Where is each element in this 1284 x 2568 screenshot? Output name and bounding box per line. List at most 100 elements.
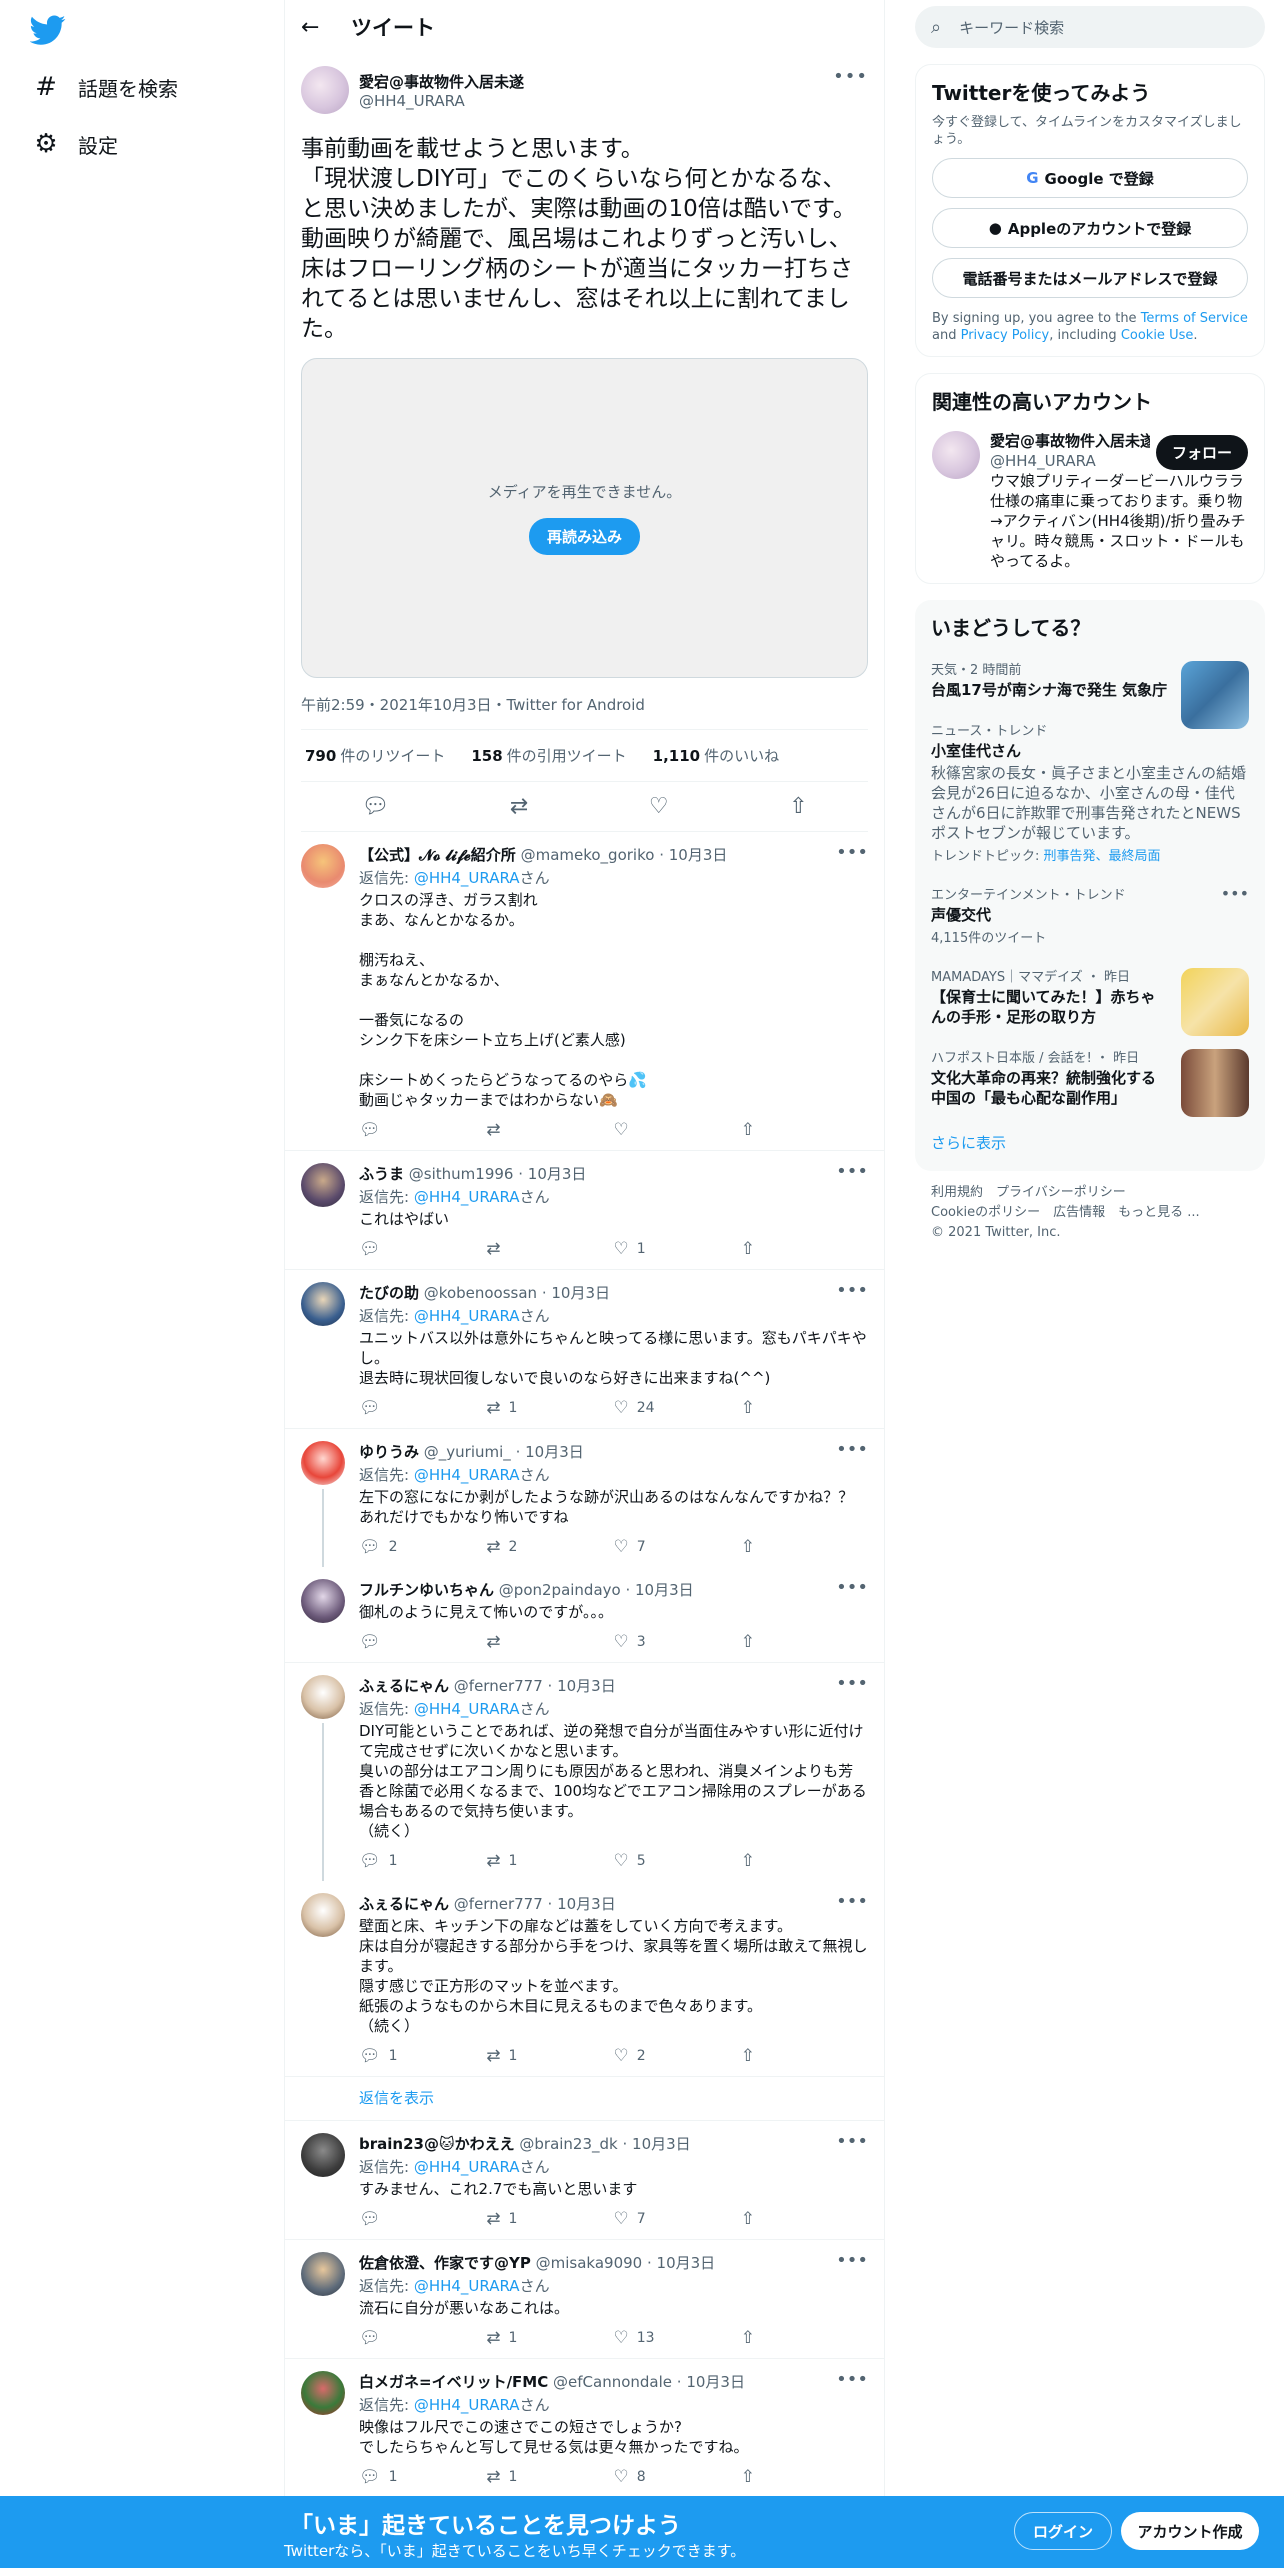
more-icon[interactable]: •••	[836, 1439, 868, 1460]
reply-date[interactable]: 10月3日	[657, 2254, 716, 2272]
trend-topics-link[interactable]: 刑事告発、最終局面	[1044, 849, 1161, 864]
reply-to-mention[interactable]: @HH4_URARA	[414, 1188, 520, 1206]
more-icon[interactable]: •••	[836, 2131, 868, 2152]
retweet-button[interactable]: ⇄ 2	[486, 1537, 613, 1557]
reply-date[interactable]: 10月3日	[635, 1581, 694, 1599]
reply-tweet[interactable]: ••• 【公式】𝓝𝓸 𝓵𝓲𝓯𝓮紹介所 @mameko_goriko · 10月3日…	[285, 832, 884, 1151]
like-button[interactable]: ♡	[614, 1120, 741, 1140]
share-button[interactable]: ⇧	[741, 1632, 868, 1652]
like-button[interactable]: ♡ 13	[614, 2328, 741, 2348]
author-handle[interactable]: @HH4_URARA	[359, 92, 524, 110]
like-button[interactable]: ♡ 24	[614, 1398, 741, 1418]
share-button[interactable]: ⇧	[741, 1537, 868, 1557]
reply-author-name[interactable]: ふぇるにゃん	[359, 1895, 449, 1913]
reply-author-handle[interactable]: @sithum1996	[409, 1165, 514, 1183]
share-button[interactable]: ⇧	[741, 2328, 868, 2348]
more-icon[interactable]: •••	[833, 66, 868, 87]
trend-item[interactable]: MAMADAYS｜ママデイズ ・ 昨日 【保育士に聞いてみた！】赤ちゃんの手形・…	[915, 956, 1265, 1037]
retweet-button[interactable]: ⇄ 1	[486, 1851, 613, 1871]
retweet-button[interactable]: ⇄ 1	[486, 2209, 613, 2229]
avatar[interactable]	[301, 844, 345, 888]
reply-author-handle[interactable]: @pon2paindayo	[499, 1581, 621, 1599]
share-button[interactable]: ⇧	[741, 2467, 868, 2487]
phone-signup-button[interactable]: 電話番号またはメールアドレスで登録	[932, 258, 1248, 298]
reply-tweet[interactable]: ••• たびの助 @kobenoossan · 10月3日 返信先: @HH4_UR…	[285, 1270, 884, 1429]
tweet-meta[interactable]: 午前2:59・2021年10月3日・Twitter for Android	[301, 694, 868, 730]
share-button[interactable]: ⇧	[741, 2046, 868, 2066]
avatar[interactable]	[301, 1163, 345, 1207]
reply-tweet[interactable]: ••• ふうま @sithum1996 · 10月3日 返信先: @HH4_URAR…	[285, 1151, 884, 1270]
reload-button[interactable]: 再読み込み	[528, 518, 640, 555]
avatar[interactable]	[301, 2252, 345, 2296]
reply-tweet[interactable]: ••• ふぇるにゃん @ferner777 · 10月3日 返信先: @HH4_UR…	[285, 1663, 884, 1881]
retweet-button[interactable]: ⇄ 1	[486, 2467, 613, 2487]
more-icon[interactable]: •••	[836, 1280, 868, 1301]
reply-date[interactable]: 10月3日	[551, 1284, 610, 1302]
avatar[interactable]	[301, 2133, 345, 2177]
reply-author-name[interactable]: たびの助	[359, 1284, 419, 1302]
share-button[interactable]: ⇧	[741, 2209, 868, 2229]
apple-signup-button[interactable]: ● Appleのアカウントで登録	[932, 208, 1248, 248]
reply-author-handle[interactable]: @mameko_goriko	[521, 846, 655, 864]
reply-date[interactable]: 10月3日	[686, 2373, 745, 2391]
reply-author-name[interactable]: ふうま	[359, 1165, 404, 1183]
reply-author-name[interactable]: フルチンゆいちゃん	[359, 1581, 494, 1599]
search-input[interactable]: ⌕ キーワード検索	[915, 6, 1265, 48]
show-more-link[interactable]: さらに表示	[915, 1118, 1265, 1171]
reply-author-name[interactable]: 佐倉依澄、作家です@YP	[359, 2254, 531, 2272]
reply-to-mention[interactable]: @HH4_URARA	[414, 2158, 520, 2176]
avatar[interactable]	[301, 1893, 345, 1937]
reply-author-handle[interactable]: @kobenoossan	[424, 1284, 537, 1302]
retweet-button[interactable]: ⇄ 1	[486, 2328, 613, 2348]
quote-count[interactable]: 158 件の引用ツイート	[471, 745, 626, 766]
more-icon[interactable]: •••	[836, 842, 868, 863]
reply-author-name[interactable]: 【公式】𝓝𝓸 𝓵𝓲𝓯𝓮紹介所	[359, 846, 516, 864]
reply-tweet[interactable]: ••• brain23@🐱かわええ @brain23_dk · 10月3日 返信先:…	[285, 2121, 884, 2240]
reply-date[interactable]: 10月3日	[528, 1165, 587, 1183]
reply-button[interactable]: 💬︎	[359, 1398, 486, 1418]
like-button[interactable]: ♡ 7	[614, 1537, 741, 1557]
follow-button[interactable]: フォロー	[1155, 435, 1248, 470]
cookie-link[interactable]: Cookie Use	[1121, 328, 1194, 343]
nav-settings[interactable]: ⚙ 設定	[32, 122, 118, 166]
reply-to-mention[interactable]: @HH4_URARA	[414, 1307, 520, 1325]
reply-to-mention[interactable]: @HH4_URARA	[414, 869, 520, 887]
back-arrow-icon[interactable]: ←	[301, 15, 341, 40]
reply-button[interactable]: 💬︎ 1	[359, 2467, 486, 2487]
reply-date[interactable]: 10月3日	[632, 2135, 691, 2153]
avatar[interactable]	[301, 1675, 345, 1719]
reply-tweet[interactable]: ••• ゆりうみ @_yuriumi_ · 10月3日 返信先: @HH4_URAR…	[285, 1429, 884, 1567]
reply-to-mention[interactable]: @HH4_URARA	[414, 1466, 520, 1484]
reply-to-mention[interactable]: @HH4_URARA	[414, 1700, 520, 1718]
avatar[interactable]	[301, 66, 349, 114]
like-count[interactable]: 1,110 件のいいね	[653, 745, 779, 766]
reply-author-handle[interactable]: @brain23_dk	[519, 2135, 617, 2153]
author-name[interactable]: 愛宕@事故物件入居未遂	[359, 71, 524, 92]
reply-date[interactable]: 10月3日	[557, 1677, 616, 1695]
reply-button[interactable]: 💬︎	[359, 1120, 486, 1140]
share-icon[interactable]: ⇧	[789, 794, 807, 819]
reply-icon[interactable]: 💬︎	[361, 794, 389, 819]
reply-tweet[interactable]: ••• 佐倉依澄、作家です@YP @misaka9090 · 10月3日 返信先: …	[285, 2240, 884, 2359]
retweet-button[interactable]: ⇄ 1	[486, 1398, 613, 1418]
retweet-button[interactable]: ⇄	[486, 1632, 613, 1652]
reply-button[interactable]: 💬︎	[359, 2328, 486, 2348]
reply-author-name[interactable]: ふぇるにゃん	[359, 1677, 449, 1695]
reply-author-handle[interactable]: @ferner777	[454, 1677, 543, 1695]
share-button[interactable]: ⇧	[741, 1239, 868, 1259]
related-account[interactable]: 愛宕@事故物件入居未遂 @HH4_URARA ウマ娘プリティーダービーハルウララ…	[916, 423, 1264, 583]
retweet-button[interactable]: ⇄	[486, 1120, 613, 1140]
reply-button[interactable]: 💬︎	[359, 1632, 486, 1652]
trend-item[interactable]: ハフポスト日本版 / 会話を! ・ 昨日 文化大革命の再来？統制強化する中国の「…	[915, 1037, 1265, 1118]
footer-links-1[interactable]: 利用規約 プライバシーポリシー	[931, 1183, 1249, 1203]
reply-to-mention[interactable]: @HH4_URARA	[414, 2277, 520, 2295]
reply-date[interactable]: 10月3日	[669, 846, 728, 864]
like-icon[interactable]: ♡	[649, 794, 669, 819]
related-account-name[interactable]: 愛宕@事故物件入居未遂	[990, 431, 1150, 451]
more-icon[interactable]: •••	[836, 1577, 868, 1598]
signup-button[interactable]: アカウント作成	[1121, 2512, 1259, 2550]
privacy-link[interactable]: Privacy Policy	[961, 328, 1050, 343]
like-button[interactable]: ♡ 3	[614, 1632, 741, 1652]
like-button[interactable]: ♡ 2	[614, 2046, 741, 2066]
more-icon[interactable]: •••	[836, 2369, 868, 2390]
